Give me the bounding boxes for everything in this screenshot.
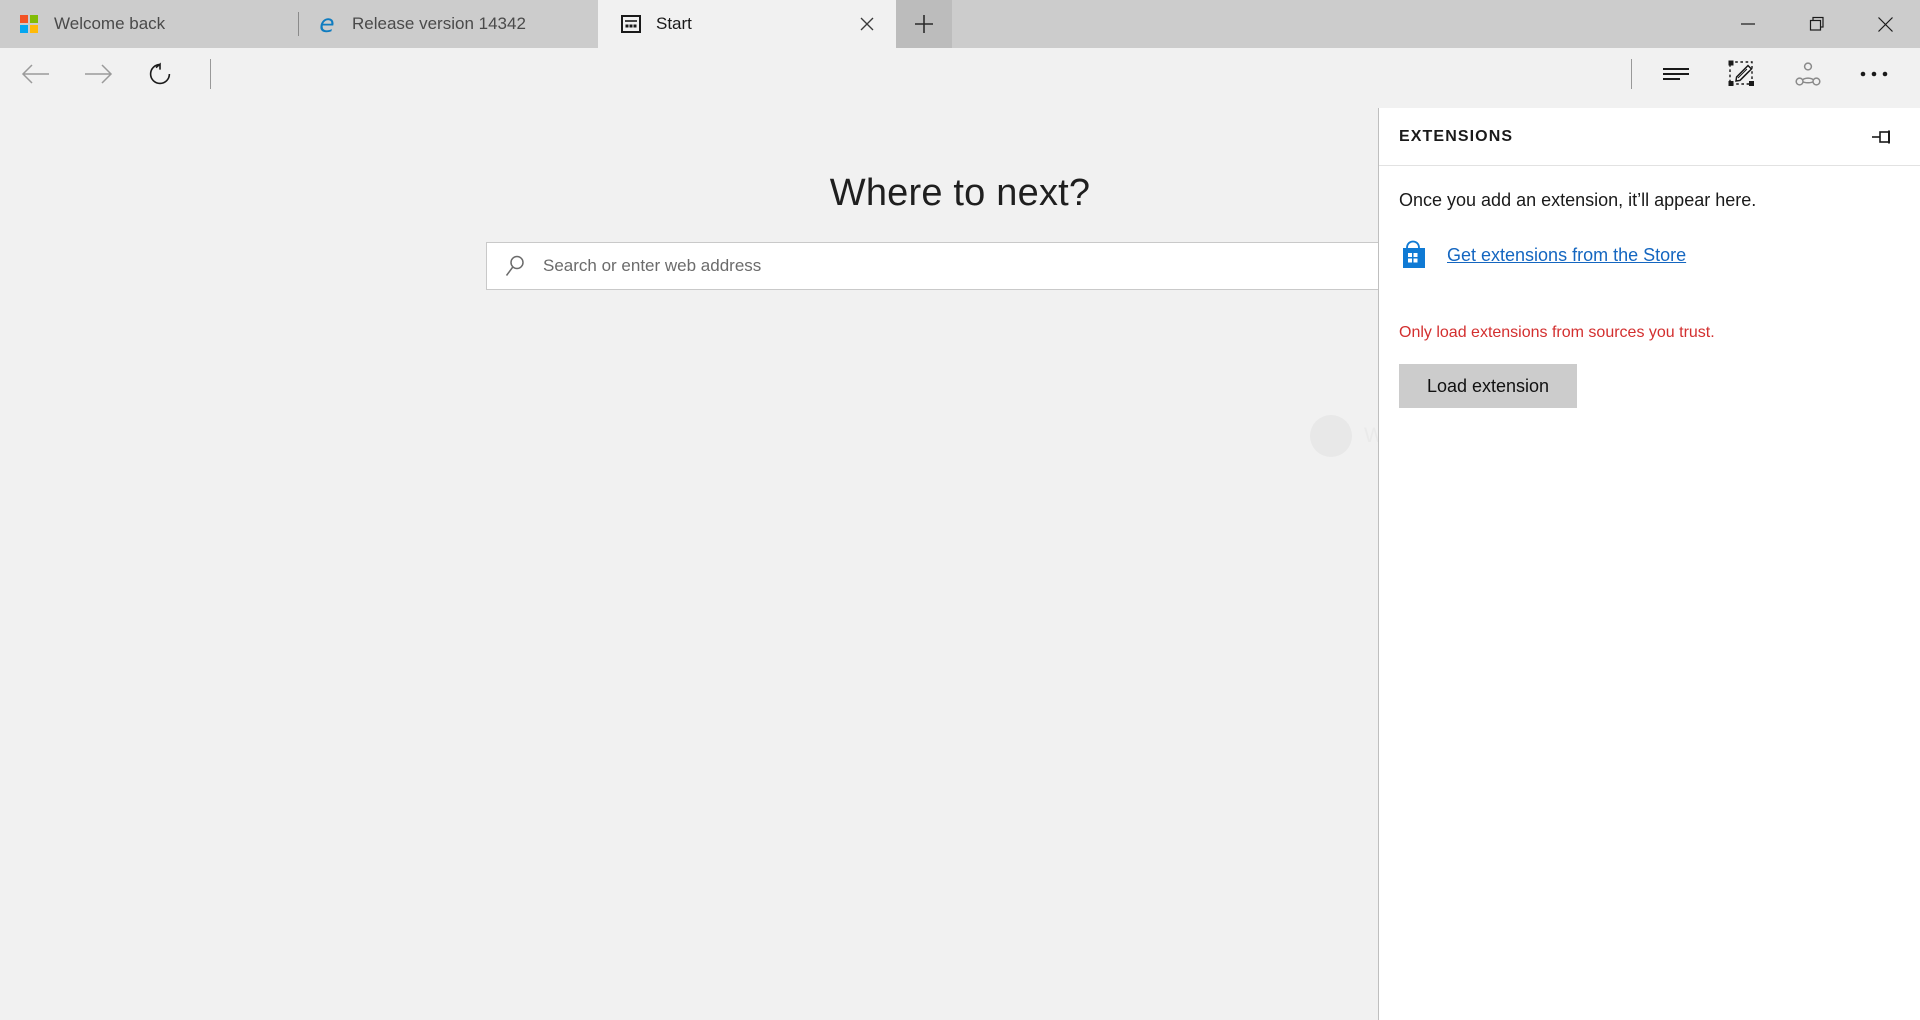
more-button[interactable] <box>1854 54 1894 94</box>
new-tab-button[interactable] <box>896 0 952 48</box>
tab-strip-drag-region <box>952 0 1713 48</box>
navigation-toolbar <box>0 48 1920 100</box>
watermark-dot-icon <box>1310 415 1352 457</box>
web-note-pencil-icon <box>1728 60 1756 88</box>
forward-button[interactable] <box>74 54 122 94</box>
share-icon <box>1794 60 1822 88</box>
reading-view-button[interactable] <box>1656 54 1696 94</box>
extensions-panel-header: EXTENSIONS <box>1379 108 1920 166</box>
tab-start[interactable]: Start <box>598 0 896 48</box>
tab-title: Release version 14342 <box>352 14 526 33</box>
window-controls <box>1713 0 1920 48</box>
extensions-panel-body: Once you add an extension, it’ll appear … <box>1379 166 1920 409</box>
toolbar-right-group <box>1631 54 1920 94</box>
close-button[interactable] <box>1851 0 1920 48</box>
extensions-panel: EXTENSIONS Once you add an extension, it… <box>1378 108 1920 1020</box>
get-extensions-from-store-row[interactable]: Get extensions from the Store <box>1399 240 1900 270</box>
windows-logo-icon <box>18 13 40 35</box>
restore-button[interactable] <box>1782 0 1851 48</box>
extensions-trust-warning: Only load extensions from sources you tr… <box>1399 324 1715 342</box>
start-page-icon <box>620 13 642 35</box>
close-icon <box>1877 16 1894 33</box>
close-icon[interactable] <box>854 11 880 37</box>
get-extensions-from-store-link[interactable]: Get extensions from the Store <box>1447 245 1686 266</box>
tab-release-version[interactable]: e Release version 14342 <box>298 0 598 48</box>
back-button[interactable] <box>12 54 60 94</box>
tab-separator <box>298 12 299 36</box>
arrow-left-icon <box>20 62 52 86</box>
web-note-button[interactable] <box>1722 54 1762 94</box>
edge-logo-icon: e <box>319 8 335 38</box>
store-bag-icon <box>1399 240 1429 270</box>
arrow-right-icon <box>82 62 114 86</box>
tab-welcome-back[interactable]: Welcome back <box>0 0 298 48</box>
restore-icon <box>1809 16 1825 32</box>
tab-title: Start <box>656 14 692 33</box>
tab-strip: Welcome back e Release version 14342 Sta… <box>0 0 1920 48</box>
load-extension-button[interactable]: Load extension <box>1399 364 1577 409</box>
search-input[interactable] <box>543 243 1433 289</box>
reading-view-icon <box>1661 62 1691 86</box>
pin-button[interactable] <box>1868 122 1898 152</box>
share-button[interactable] <box>1788 54 1828 94</box>
more-dots-icon <box>1859 70 1889 78</box>
search-icon <box>505 254 527 278</box>
tab-title: Welcome back <box>54 14 166 33</box>
extensions-empty-message: Once you add an extension, it’ll appear … <box>1399 190 1757 210</box>
toolbar-divider-left <box>210 59 211 89</box>
minimize-button[interactable] <box>1713 0 1782 48</box>
plus-icon <box>913 13 935 35</box>
extensions-panel-title: EXTENSIONS <box>1399 127 1514 145</box>
address-bar[interactable] <box>486 242 1434 290</box>
edge-browser-window: Welcome back e Release version 14342 Sta… <box>0 0 1920 1020</box>
refresh-icon <box>147 61 173 87</box>
minimize-icon <box>1740 18 1756 30</box>
pin-icon <box>1871 127 1895 147</box>
toolbar-divider-right <box>1631 59 1632 89</box>
refresh-button[interactable] <box>136 54 184 94</box>
